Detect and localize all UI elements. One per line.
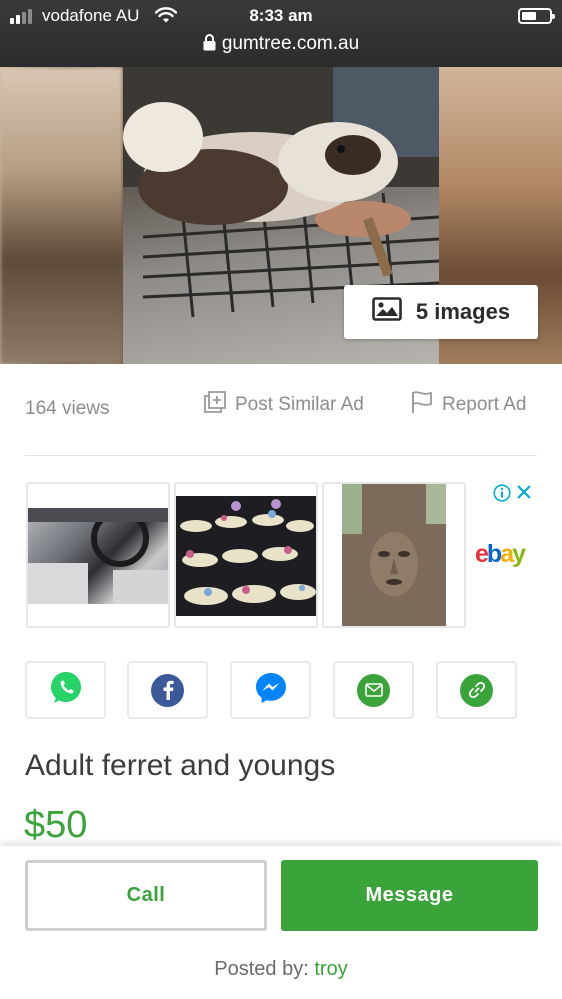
ad-choices[interactable] [493,484,532,507]
signal-icon [10,9,32,24]
url-text: gumtree.com.au [221,33,360,54]
image-icon [372,297,402,327]
report-ad-label: Report Ad [442,394,527,415]
view-images-button[interactable]: 5 images [344,285,538,339]
ad-image-tree-face [342,484,446,626]
info-icon[interactable] [493,484,511,507]
photo-gallery[interactable]: 5 images [0,67,562,364]
contact-footer: Call Message Posted by: troy [0,846,562,999]
messenger-icon [254,671,288,710]
share-copy-link-button[interactable] [436,661,517,719]
post-similar-ad-link[interactable]: Post Similar Ad [203,390,364,420]
report-ad-link[interactable]: Report Ad [410,390,527,420]
lock-icon [203,34,216,57]
ad-image-cake-stands [176,496,316,616]
carrier-name: vodafone AU [42,6,140,25]
ebay-logo[interactable]: ebay [475,540,526,569]
status-bar: vodafone AU 8:33 am [0,6,562,28]
wifi-icon [154,7,178,28]
listing-title: Adult ferret and youngs [25,749,336,782]
ad-banner[interactable]: ebay [26,482,538,628]
flag-icon [410,390,434,420]
posted-by-label: Posted by: [214,958,309,980]
message-button[interactable]: Message [281,860,538,931]
posted-by: Posted by: troy [0,958,562,981]
view-count: 164 views [25,398,110,419]
close-icon[interactable] [516,484,532,507]
call-button[interactable]: Call [25,860,267,931]
whatsapp-icon [49,671,83,710]
battery-icon [518,8,555,24]
share-facebook-button[interactable] [127,661,208,719]
gallery-prev-image[interactable] [0,67,123,364]
duplicate-icon [203,390,227,420]
listing-price: $50 [24,804,88,846]
ad-tile-cake-stands[interactable] [174,482,318,628]
ad-tile-tree-face[interactable] [322,482,466,628]
link-icon [460,673,493,707]
browser-chrome: vodafone AU 8:33 am gumtree.com.au [0,0,562,67]
poster-name-link[interactable]: troy [314,958,347,980]
share-messenger-button[interactable] [230,661,311,719]
divider [25,455,537,456]
email-icon [357,673,390,707]
share-email-button[interactable] [333,661,414,719]
share-whatsapp-button[interactable] [25,661,106,719]
images-count-label: 5 images [415,299,511,324]
address-bar[interactable]: gumtree.com.au [0,33,562,57]
ad-image-car-interior [28,508,168,604]
facebook-icon [151,673,184,707]
ad-tile-car-interior[interactable] [26,482,170,628]
post-similar-ad-label: Post Similar Ad [235,394,364,415]
